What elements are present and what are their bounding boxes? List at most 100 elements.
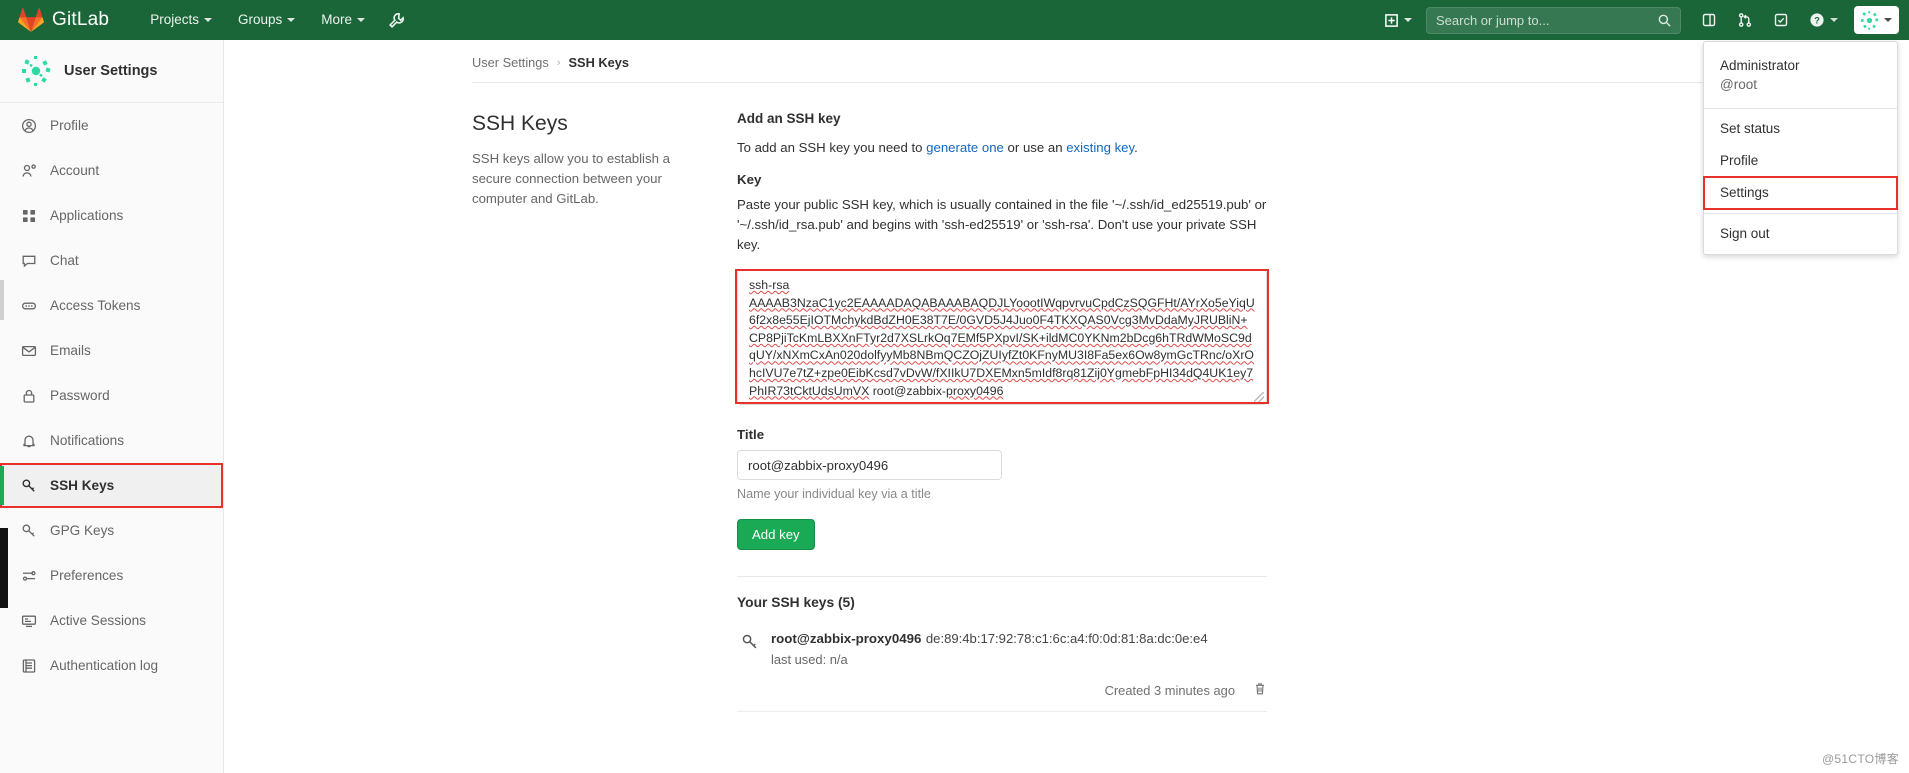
dropdown-item-sign-out[interactable]: Sign out	[1704, 218, 1897, 250]
sidebar-item-applications[interactable]: Applications	[0, 193, 223, 238]
sidebar-item-label: Chat	[50, 253, 79, 268]
title-field-label: Title	[737, 427, 765, 442]
page-title: SSH Keys	[472, 112, 568, 135]
dropdown-item-profile[interactable]: Profile	[1704, 145, 1897, 177]
breadcrumb-current[interactable]: SSH Keys	[569, 55, 629, 70]
new-item-button[interactable]	[1374, 0, 1422, 40]
sidebar-item-authentication-log[interactable]: Authentication log	[0, 643, 223, 688]
key-row-created: Created 3 minutes ago	[1104, 682, 1235, 698]
todos-icon[interactable]	[1763, 0, 1799, 40]
key-icon	[741, 630, 759, 656]
key-help-line2: '~/.ssh/id_rsa.pub' and begins with 'ssh…	[737, 217, 1257, 252]
user-avatar-icon	[1859, 9, 1880, 31]
lock-icon	[20, 387, 37, 404]
key-textarea-wrapper: ssh-rsa AAAAB3NzaC1yc2EAAAADAQABAAABAQDJ…	[735, 269, 1269, 405]
existing-key-link[interactable]: existing key	[1066, 140, 1134, 155]
key-value-tail-user: root@zabbix-	[869, 383, 947, 398]
nav-groups-label: Groups	[237, 12, 283, 27]
sidebar-item-ssh-keys[interactable]: SSH Keys	[0, 463, 223, 508]
add-key-intro: To add an SSH key you need to generate o…	[737, 138, 1267, 158]
nav-more[interactable]: More	[308, 0, 378, 40]
sidebar-scroll-indicator[interactable]	[0, 280, 4, 320]
title-input[interactable]	[737, 450, 1002, 480]
dropdown-divider	[1704, 108, 1897, 109]
sidebar-item-label: Profile	[50, 118, 89, 133]
sidebar-item-active-sessions[interactable]: Active Sessions	[0, 598, 223, 643]
nav-groups[interactable]: Groups	[225, 0, 308, 40]
sidebar-context-header[interactable]: User Settings	[0, 40, 223, 103]
delete-key-button[interactable]	[1253, 681, 1267, 699]
sliders-icon	[20, 567, 37, 584]
key-textarea[interactable]: ssh-rsa AAAAB3NzaC1yc2EAAAADAQABAAABAQDJ…	[737, 269, 1267, 405]
dropdown-item-set-status[interactable]: Set status	[1704, 113, 1897, 145]
left-sidebar: User Settings Profile Account Applicatio…	[0, 40, 224, 773]
sidebar-item-account[interactable]: Account	[0, 148, 223, 193]
admin-wrench-icon[interactable]	[378, 0, 415, 40]
nav-projects[interactable]: Projects	[137, 0, 225, 40]
chevron-down-icon	[357, 18, 366, 22]
generate-one-link[interactable]: generate one	[926, 140, 1004, 155]
envelope-icon	[20, 342, 37, 359]
user-avatar-button[interactable]	[1854, 6, 1899, 34]
table-row: root@zabbix-proxy0496 de:89:4b:17:92:78:…	[737, 610, 1267, 667]
key-icon	[20, 477, 37, 494]
breadcrumb-separator: ›	[556, 56, 561, 69]
token-icon	[20, 297, 37, 314]
trash-icon	[1255, 683, 1265, 695]
key-value-head: ssh-rsa	[749, 278, 790, 292]
sidebar-item-password[interactable]: Password	[0, 373, 223, 418]
brand-name[interactable]: GitLab	[52, 9, 109, 31]
add-ssh-key-form: Add an SSH key To add an SSH key you nee…	[735, 111, 1269, 712]
sidebar-item-profile[interactable]: Profile	[0, 103, 223, 148]
merge-requests-icon[interactable]	[1727, 0, 1763, 40]
sidebar-item-notifications[interactable]: Notifications	[0, 418, 223, 463]
textarea-resize-handle[interactable]	[1254, 392, 1264, 402]
chevron-down-icon	[1884, 18, 1892, 22]
breadcrumb-root[interactable]: User Settings	[472, 55, 549, 70]
search-box[interactable]	[1426, 6, 1681, 34]
dropdown-user-name: Administrator	[1720, 58, 1800, 73]
svg-text:?: ?	[1814, 16, 1820, 26]
issue-boards-icon[interactable]	[1691, 0, 1727, 40]
key-row-name[interactable]: root@zabbix-proxy0496	[771, 631, 921, 646]
sidebar-item-label: Active Sessions	[50, 613, 146, 628]
nav-more-label: More	[321, 12, 353, 27]
sidebar-item-label: Access Tokens	[50, 298, 141, 313]
ssh-keys-description-column: SSH Keys SSH keys allow you to establish…	[472, 111, 737, 712]
bell-icon	[20, 432, 37, 449]
add-key-button[interactable]: Add key	[737, 519, 815, 550]
help-icon[interactable]: ?	[1799, 0, 1848, 40]
sidebar-item-label: Notifications	[50, 433, 125, 448]
sidebar-item-label: Authentication log	[50, 658, 159, 673]
browser-edge-artifact	[0, 528, 8, 608]
intro-prefix: To add an SSH key you need to	[737, 140, 927, 155]
key-row-meta: root@zabbix-proxy0496 de:89:4b:17:92:78:…	[771, 630, 1208, 667]
account-gear-icon	[20, 162, 37, 179]
sidebar-item-label: GPG Keys	[50, 523, 115, 538]
intro-suffix: .	[1134, 140, 1138, 155]
sidebar-item-chat[interactable]: Chat	[0, 238, 223, 283]
sidebar-context-title: User Settings	[64, 63, 158, 79]
key-row-last-used: last used: n/a	[771, 652, 848, 667]
bottom-divider	[737, 711, 1267, 712]
sidebar-item-access-tokens[interactable]: Access Tokens	[0, 283, 223, 328]
sidebar-item-preferences[interactable]: Preferences	[0, 553, 223, 598]
dropdown-item-settings[interactable]: Settings	[1703, 176, 1898, 210]
title-help-text: Name your individual key via a title	[737, 487, 931, 501]
top-navbar: GitLab Projects Groups More Search or ju…	[0, 0, 1909, 40]
log-list-icon	[20, 657, 37, 674]
search-input[interactable]	[1436, 12, 1671, 28]
applications-grid-icon	[20, 207, 37, 224]
user-circle-icon	[20, 117, 37, 134]
main-content: User Settings › SSH Keys SSH Keys SSH ke…	[224, 40, 1909, 773]
chevron-down-icon	[287, 18, 296, 22]
gitlab-logo-icon[interactable]	[18, 7, 44, 33]
sidebar-item-gpg-keys[interactable]: GPG Keys	[0, 508, 223, 553]
key-value-tail-host: proxy0496	[946, 383, 1004, 398]
key-icon	[20, 522, 37, 539]
sidebar-item-label: Password	[50, 388, 110, 403]
sidebar-item-label: Account	[50, 163, 100, 178]
sidebar-item-emails[interactable]: Emails	[0, 328, 223, 373]
plus-square-icon	[1385, 13, 1398, 27]
watermark: @51CTO博客	[1821, 752, 1899, 766]
